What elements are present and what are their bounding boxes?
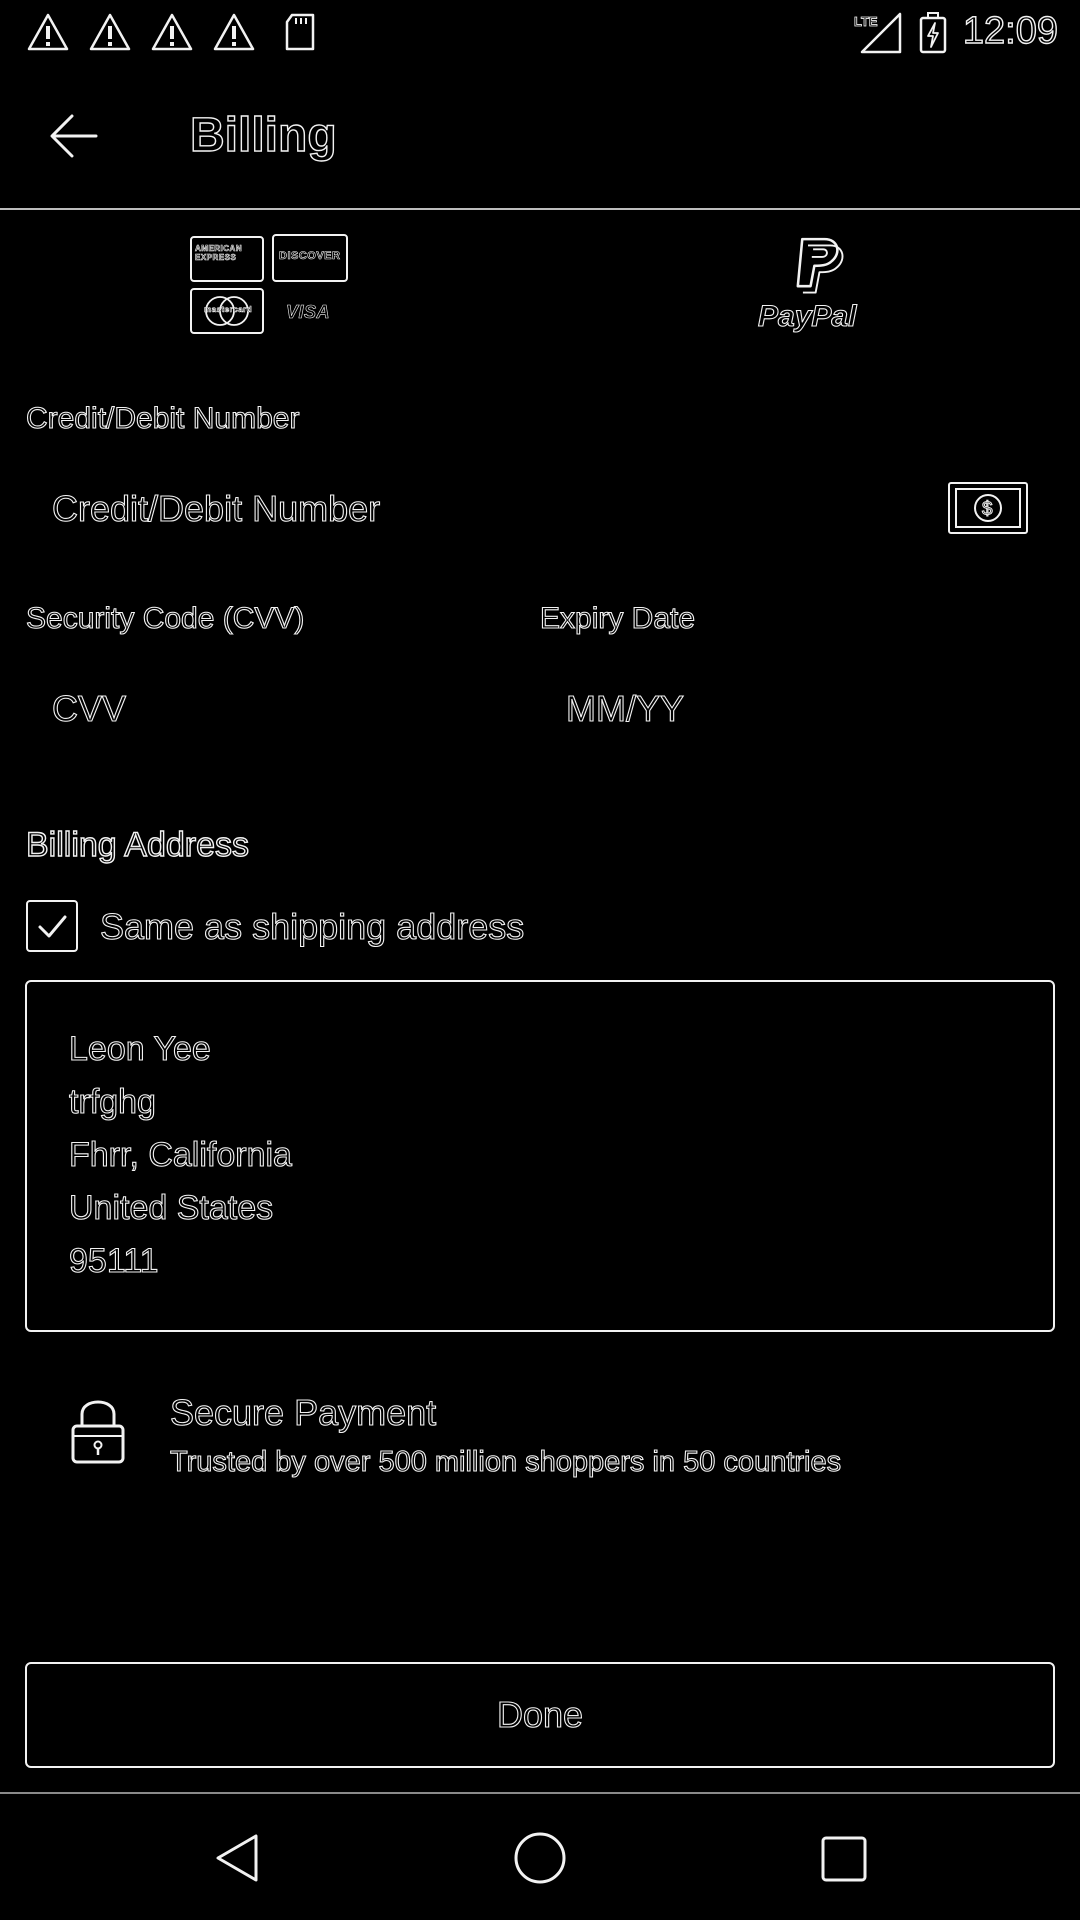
battery-charging-icon [919,12,947,54]
nav-home-icon[interactable] [510,1828,570,1888]
app-bar-divider [0,208,1080,210]
warning-icon [27,13,69,51]
card-number-input[interactable]: Credit/Debit Number [51,487,380,530]
page-title: Billing [189,108,337,162]
scan-card-button[interactable]: $ [948,482,1028,534]
warning-icon [151,13,193,51]
cvv-input[interactable]: CVV [51,687,126,730]
expiry-label: Expiry Date [539,601,696,635]
paypal-label: PayPal [757,299,857,333]
svg-text:$: $ [982,499,993,520]
visa-card-icon: VISA [286,302,331,323]
status-bar: LTE 12:09 [0,0,1080,64]
same-as-shipping-label[interactable]: Same as shipping address [99,905,524,948]
paypal-icon [796,237,844,294]
address-line: trfghg [68,1082,156,1121]
address-line: Fhrr, California [68,1135,292,1174]
warning-icon [213,13,255,51]
address-line: United States [68,1188,274,1227]
same-as-shipping-checkbox[interactable] [26,900,78,952]
done-button-label: Done [496,1693,584,1735]
nav-back-icon[interactable] [208,1828,268,1888]
billing-address-heading: Billing Address [25,825,250,864]
lte-signal-icon: LTE [854,12,902,54]
lock-icon [71,1400,125,1464]
done-button[interactable]: Done [25,1662,1055,1768]
nav-recents-icon[interactable] [813,1828,873,1888]
credit-cards-icon: AMERICAN EXPRESS DISCOVER mastercard VIS… [190,234,350,340]
card-number-label: Credit/Debit Number [25,401,300,435]
secure-payment-subtitle: Trusted by over 500 million shoppers in … [169,1445,842,1478]
arrow-back-icon[interactable] [46,108,102,164]
nav-bar-divider [0,1792,1080,1794]
expiry-input[interactable]: MM/YY [565,687,684,730]
secure-payment-title: Secure Payment [169,1391,437,1433]
address-line: 95111 [68,1241,159,1280]
svg-text:LTE: LTE [854,14,878,29]
mastercard-icon: mastercard [190,288,264,334]
tab-paypal[interactable]: PayPal [540,230,1080,350]
address-line: Leon Yee [68,1029,211,1068]
status-time: 12:09 [962,9,1058,52]
discover-card-icon: DISCOVER [272,234,348,282]
checkmark-icon [38,915,67,938]
cvv-label: Security Code (CVV) [25,601,305,635]
warning-icon [89,13,131,51]
address-card[interactable]: Leon Yee trfghg Fhrr, California United … [25,980,1055,1332]
dollar-bill-icon: $ [955,488,1021,528]
sd-card-icon [285,13,315,51]
tab-credit-cards[interactable]: AMERICAN EXPRESS DISCOVER mastercard VIS… [0,230,540,350]
amex-card-icon: AMERICAN EXPRESS [190,236,264,282]
app-bar: Billing [0,64,1080,210]
